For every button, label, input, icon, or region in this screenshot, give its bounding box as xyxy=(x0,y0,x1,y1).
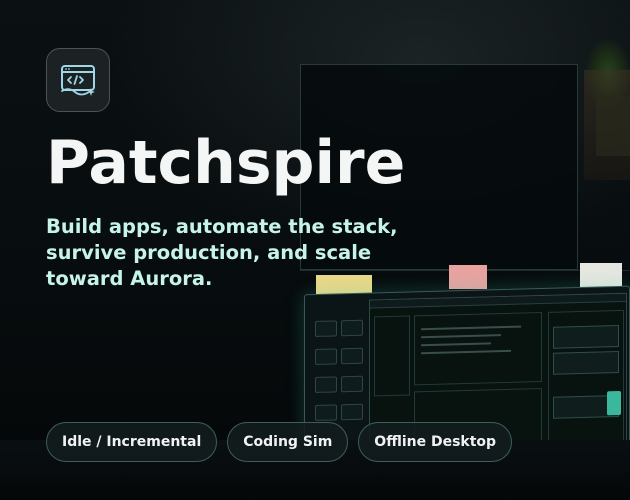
monitor-side-panel xyxy=(548,309,624,452)
tagline-line: toward Aurora. xyxy=(46,267,213,290)
tag-offline-desktop[interactable]: Offline Desktop xyxy=(358,422,513,462)
monitor-action-button xyxy=(607,390,621,416)
tag-idle-incremental[interactable]: Idle / Incremental xyxy=(46,422,218,462)
monitor-tile xyxy=(315,320,337,337)
app-tagline: Build apps, automate the stack, survive … xyxy=(46,214,466,292)
sticky-note-white xyxy=(580,263,622,287)
tagline-line: survive production, and scale xyxy=(46,241,372,264)
genre-tags: Idle / Incremental Coding Sim Offline De… xyxy=(46,422,513,462)
picture-frame-inner xyxy=(596,96,630,156)
monitor-tile xyxy=(341,347,363,365)
app-logo xyxy=(46,48,110,112)
monitor-card xyxy=(553,351,619,375)
monitor-file-list xyxy=(374,315,410,397)
monitor-tile xyxy=(341,403,363,421)
monitor-card xyxy=(553,325,619,349)
monitor-tile xyxy=(315,376,337,393)
tagline-line: Build apps, automate the stack, xyxy=(46,215,398,238)
monitor-tile xyxy=(315,404,337,421)
tag-coding-sim[interactable]: Coding Sim xyxy=(227,422,349,462)
app-title: Patchspire xyxy=(46,128,406,198)
monitor-tile xyxy=(341,319,363,337)
monitor-toolbar xyxy=(370,293,626,309)
monitor-code-editor xyxy=(414,312,542,386)
code-window-icon xyxy=(61,65,95,96)
monitor-tile xyxy=(341,375,363,393)
monitor-tile xyxy=(315,348,337,365)
